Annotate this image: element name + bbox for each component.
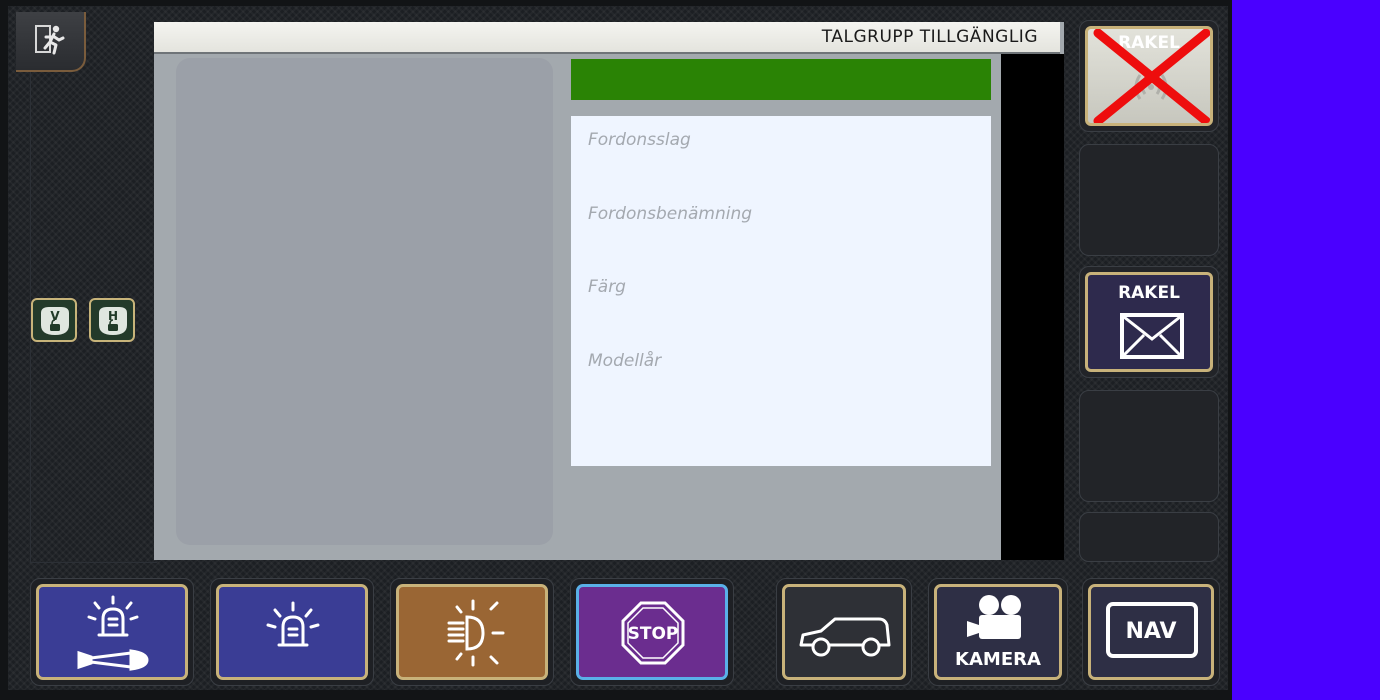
field-label-vehicle-type: Fordonsslag bbox=[588, 130, 691, 150]
lock-front-button[interactable]: V bbox=[31, 298, 77, 342]
red-cross-icon bbox=[1093, 29, 1210, 123]
nav-button[interactable]: NAV bbox=[1082, 578, 1220, 686]
main-header: TALGRUPP TILLGÄNGLIG bbox=[154, 22, 1060, 54]
nav-label: NAV bbox=[1125, 619, 1177, 644]
camera-button[interactable]: KAMERA bbox=[928, 578, 1068, 686]
lock-h-icon: H bbox=[99, 307, 127, 335]
header-title: TALGRUPP TILLGÄNGLIG bbox=[821, 27, 1038, 47]
rakel-status-face: RAKEL bbox=[1085, 26, 1213, 126]
car-icon bbox=[799, 617, 891, 657]
svg-text:STOP: STOP bbox=[628, 624, 679, 644]
headlight-icon bbox=[447, 599, 505, 667]
beacon-button[interactable] bbox=[210, 578, 374, 686]
left-column bbox=[30, 24, 157, 563]
screen: V H TALGRUPP TILLGÄNGLIG Fordonsslag For… bbox=[8, 6, 1228, 690]
siren-button[interactable] bbox=[30, 578, 194, 686]
vehicle-image-placeholder bbox=[176, 58, 553, 545]
field-label-color: Färg bbox=[588, 277, 626, 297]
field-label-vehicle-name: Fordonsbenämning bbox=[588, 204, 753, 224]
field-label-model-year: Modellår bbox=[588, 351, 662, 371]
rakel-message-button[interactable]: RAKEL bbox=[1079, 266, 1219, 378]
lock-rear-button[interactable]: H bbox=[89, 298, 135, 342]
camera-icon bbox=[967, 595, 1021, 639]
empty-slot-1 bbox=[1079, 144, 1219, 256]
device-frame: V H TALGRUPP TILLGÄNGLIG Fordonsslag For… bbox=[0, 0, 1232, 700]
lock-v-icon: V bbox=[41, 307, 69, 335]
envelope-icon bbox=[1120, 313, 1184, 359]
vehicle-button[interactable] bbox=[776, 578, 912, 686]
rakel-message-face: RAKEL bbox=[1085, 272, 1213, 372]
headlights-button[interactable] bbox=[390, 578, 554, 686]
status-bar bbox=[571, 59, 991, 100]
rakel-message-label: RAKEL bbox=[1118, 283, 1180, 303]
main-panel: TALGRUPP TILLGÄNGLIG Fordonsslag Fordons… bbox=[154, 22, 1064, 560]
running-person-icon bbox=[35, 25, 65, 55]
empty-slot-2 bbox=[1079, 390, 1219, 502]
panel-black-strip bbox=[1001, 54, 1064, 560]
empty-slot-3 bbox=[1079, 512, 1219, 562]
rakel-status-button[interactable]: RAKEL bbox=[1079, 20, 1219, 132]
stop-button[interactable]: STOP bbox=[570, 578, 734, 686]
camera-label: KAMERA bbox=[955, 649, 1041, 670]
stop-sign-icon: STOP bbox=[621, 601, 685, 665]
exit-button[interactable] bbox=[16, 12, 86, 72]
beacon-icon bbox=[266, 601, 320, 647]
svg-text:H: H bbox=[108, 309, 118, 323]
beacon-siren-icon bbox=[77, 595, 149, 671]
vehicle-info-box: Fordonsslag Fordonsbenämning Färg Modell… bbox=[571, 116, 991, 466]
